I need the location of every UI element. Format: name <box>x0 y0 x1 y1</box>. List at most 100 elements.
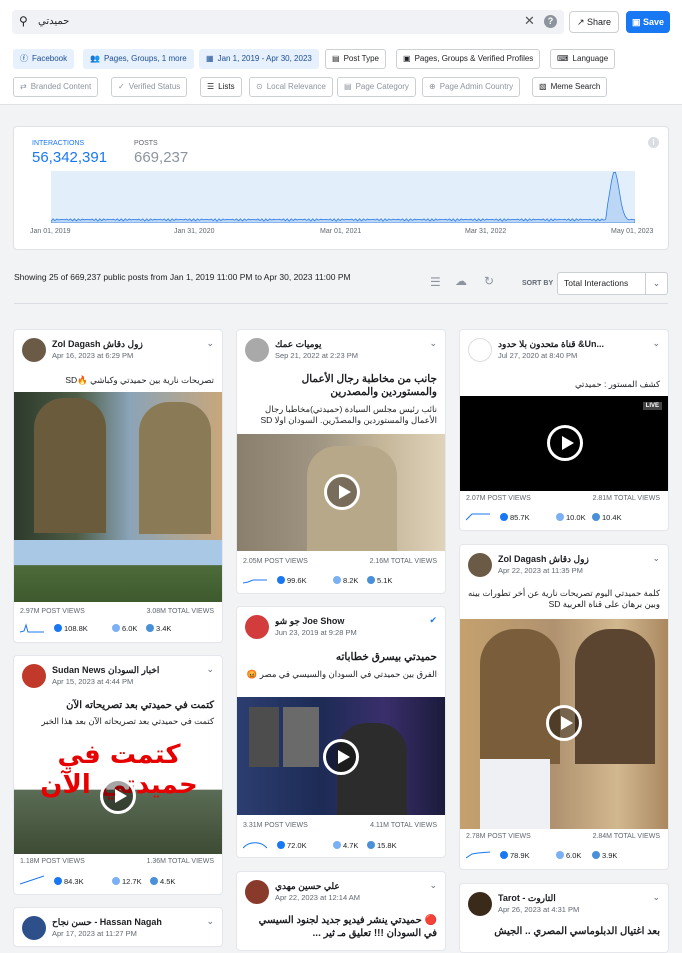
page-admin-country-filter[interactable]: ⊕ Page Admin Country <box>422 77 521 97</box>
post-card[interactable]: حسن نجاح - Hassan Nagah Apr 17, 2023 at … <box>13 907 223 947</box>
comment-icon <box>556 513 564 521</box>
post-card[interactable]: علي حسين مهدي Apr 22, 2023 at 12:14 AM ⌄… <box>236 871 446 951</box>
play-icon[interactable] <box>100 778 136 814</box>
post-image[interactable] <box>14 540 222 602</box>
post-type-filter[interactable]: ▤ Post Type <box>325 49 386 69</box>
facebook-filter[interactable]: ⓕ Facebook <box>13 49 75 69</box>
sort-select[interactable]: Total Interactions ⌄ <box>557 272 668 295</box>
post-date[interactable]: Apr 17, 2023 at 11:27 PM <box>52 929 137 938</box>
post-card[interactable]: Zol Dagash زول دقاش Apr 16, 2023 at 6:29… <box>13 329 223 643</box>
account-name[interactable]: Sudan News اخبار السودان <box>52 665 202 676</box>
pages-groups-filter[interactable]: 👥 Pages, Groups, 1 more <box>83 49 194 69</box>
chevron-down-icon[interactable]: ⌄ <box>429 880 437 891</box>
comment-icon <box>112 624 120 632</box>
play-icon[interactable] <box>546 705 582 741</box>
save-button[interactable]: ▣ Save <box>626 11 670 33</box>
x-tick: May 01, 2023 <box>611 228 654 235</box>
account-name[interactable]: يوميات عمك <box>275 339 425 350</box>
share-icon <box>150 877 158 885</box>
post-video[interactable] <box>237 697 445 815</box>
chevron-down-icon[interactable]: ⌄ <box>206 338 214 349</box>
post-card[interactable]: Tarot - التاروت Apr 26, 2023 at 4:31 PM … <box>459 883 669 953</box>
account-name[interactable]: Zol Dagash زول دقاش <box>498 554 648 565</box>
avatar <box>245 880 269 904</box>
post-date[interactable]: Apr 22, 2023 at 11:35 PM <box>498 566 583 575</box>
post-card[interactable]: Zol Dagash زول دقاش Apr 22, 2023 at 11:3… <box>459 544 669 870</box>
post-title: حميدتي بيسرق خطاباته <box>335 651 437 663</box>
local-relevance-filter[interactable]: ⊙ Local Relevance <box>249 77 333 97</box>
info-icon[interactable]: i <box>648 137 659 148</box>
post-video[interactable] <box>237 434 445 551</box>
post-video[interactable] <box>460 619 668 829</box>
sparkline <box>20 623 44 633</box>
calendar-icon: ▦ <box>206 54 214 63</box>
help-icon[interactable]: ? <box>544 15 557 28</box>
total-views: 2.16M TOTAL VIEWS <box>369 558 437 565</box>
post-date[interactable]: Jul 27, 2020 at 8:40 PM <box>498 351 577 360</box>
profiles-filter[interactable]: ▣ Pages, Groups & Verified Profiles <box>396 49 541 69</box>
play-icon[interactable] <box>324 474 360 510</box>
branded-content-filter[interactable]: ⇄ Branded Content <box>13 77 99 97</box>
post-text: كتمت في حميدتي بعد تصريحاته الآن بعد هذا… <box>41 716 214 726</box>
post-date[interactable]: Sep 21, 2022 at 2:23 PM <box>275 351 358 360</box>
interactions-value: 56,342,391 <box>32 149 108 166</box>
reactions-count: 85.7K <box>500 513 530 522</box>
share-button[interactable]: ↗ Share <box>569 11 619 33</box>
post-date[interactable]: Apr 22, 2023 at 12:14 AM <box>275 893 360 902</box>
post-card[interactable]: جو شو Joe Show Jun 23, 2019 at 9:28 PM ✔… <box>236 606 446 858</box>
download-icon[interactable]: ☁ <box>455 274 467 288</box>
post-card[interactable]: يوميات عمك Sep 21, 2022 at 2:23 PM ⌄ جان… <box>236 329 446 594</box>
meme-search-filter[interactable]: ▧ Meme Search <box>532 77 608 97</box>
post-date[interactable]: Apr 26, 2023 at 4:31 PM <box>498 905 579 914</box>
search-icon: ⚲ <box>19 14 28 28</box>
chevron-down-icon[interactable]: ⌄ <box>652 892 660 903</box>
x-tick: Jan 31, 2020 <box>174 228 215 235</box>
post-video[interactable]: كتمت في حميدتي الآن <box>14 736 222 854</box>
account-name[interactable]: علي حسين مهدي <box>275 881 425 892</box>
post-date[interactable]: Apr 15, 2023 at 4:44 PM <box>52 677 133 686</box>
date-range-filter[interactable]: ▦ Jan 1, 2019 - Apr 30, 2023 <box>199 49 319 69</box>
post-card[interactable]: قناة متحدون بلا حدود &Un... Jul 27, 2020… <box>459 329 669 531</box>
share-icon <box>367 841 375 849</box>
play-icon[interactable] <box>323 739 359 775</box>
chevron-down-icon[interactable]: ⌄ <box>429 338 437 349</box>
chevron-down-icon[interactable]: ⌄ <box>652 553 660 564</box>
x-tick: Jan 01, 2019 <box>30 228 71 235</box>
post-date[interactable]: Jun 23, 2019 at 9:28 PM <box>275 628 357 637</box>
avatar <box>468 553 492 577</box>
list-view-icon[interactable]: ☰ <box>430 275 441 289</box>
account-name[interactable]: جو شو Joe Show <box>275 616 425 627</box>
post-date[interactable]: Apr 16, 2023 at 6:29 PM <box>52 351 133 360</box>
comment-icon <box>112 877 120 885</box>
language-filter[interactable]: ⌨ Language <box>550 49 616 69</box>
clear-icon[interactable]: ✕ <box>524 13 535 29</box>
search-bar[interactable]: ⚲ حميدتي ✕ ? <box>12 10 564 34</box>
chevron-down-icon[interactable]: ⌄ <box>206 664 214 675</box>
chevron-down-icon[interactable]: ⌄ <box>206 916 214 927</box>
photo <box>480 759 550 829</box>
post-video[interactable]: LIVE <box>460 396 668 491</box>
post-title: جانب من مخاطبة رجال الأعمال والمستوردين … <box>301 373 437 398</box>
refresh-icon[interactable]: ↻ <box>484 274 494 288</box>
account-name[interactable]: Zol Dagash زول دقاش <box>52 339 202 350</box>
post-text: تصريحات نارية بين حميدتي وكباشي 🔥SD <box>65 375 214 385</box>
post-text: كلمة حميدتي اليوم تصريحات نارية عن أخر ت… <box>468 588 660 609</box>
play-icon[interactable] <box>547 425 583 461</box>
share-icon: ↗ <box>576 17 587 27</box>
verified-status-filter[interactable]: ✓ Verified Status <box>111 77 188 97</box>
photo <box>249 707 279 767</box>
chevron-down-icon[interactable]: ⌄ <box>652 338 660 349</box>
search-input[interactable]: حميدتي <box>38 16 69 27</box>
toolbar: ⚲ حميدتي ✕ ? ↗ Share ▣ Save ⓕ Facebook 👥 P… <box>0 0 682 105</box>
post-card[interactable]: Sudan News اخبار السودان Apr 15, 2023 at… <box>13 655 223 895</box>
total-views: 2.81M TOTAL VIEWS <box>592 495 660 502</box>
photo <box>139 402 211 534</box>
account-name[interactable]: قناة متحدون بلا حدود &Un... <box>498 339 648 350</box>
lists-filter[interactable]: ☰ Lists <box>200 77 242 97</box>
account-name[interactable]: Tarot - التاروت <box>498 893 648 904</box>
chevron-down-icon: ⌄ <box>645 273 667 294</box>
account-name[interactable]: حسن نجاح - Hassan Nagah <box>52 917 202 928</box>
comment-icon <box>333 841 341 849</box>
page-category-filter[interactable]: ▤ Page Category <box>337 77 416 97</box>
post-video[interactable] <box>14 392 222 540</box>
